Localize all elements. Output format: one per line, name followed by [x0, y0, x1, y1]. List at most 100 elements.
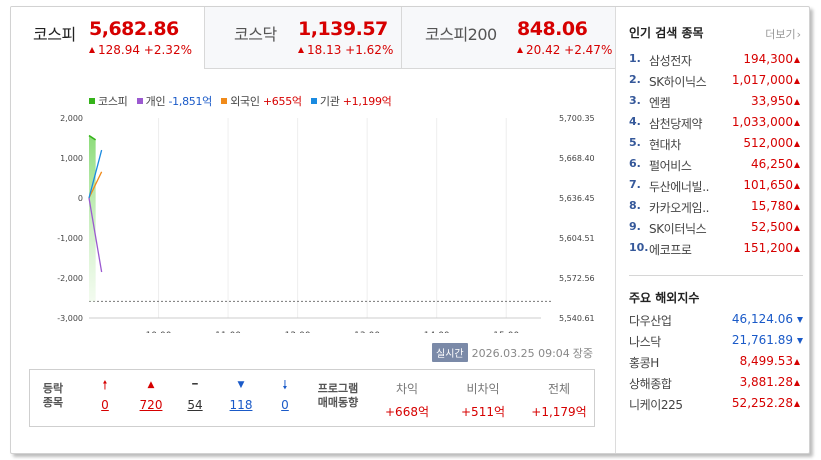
up-triangle-icon: ▲: [147, 380, 155, 390]
world-index-name[interactable]: 나스닥: [629, 333, 661, 350]
tab-value: 5,682.86: [89, 18, 179, 40]
up-triangle-icon: [794, 120, 800, 126]
x-tick-label: 13:00: [354, 331, 380, 333]
popular-rank: 1.: [629, 52, 641, 65]
popular-item[interactable]: 6. 펄어비스 46,250: [629, 154, 805, 175]
y-left-tick-label: 0: [78, 194, 83, 203]
chevron-right-icon: ›: [796, 28, 801, 41]
popular-item[interactable]: 5. 현대차 512,000: [629, 133, 805, 154]
world-index-value: 21,761.89: [731, 333, 793, 347]
world-index-item[interactable]: 니케이225 52,252.28: [629, 393, 805, 414]
popular-name[interactable]: 현대차: [649, 136, 731, 153]
stat-value[interactable]: 0: [265, 398, 305, 412]
popular-price: 101,650: [743, 178, 793, 192]
x-tick-label: 11:00: [215, 331, 241, 333]
stat-value[interactable]: 720: [131, 398, 171, 412]
world-index-item[interactable]: 상해종합 3,881.28: [629, 372, 805, 393]
tab-kospi[interactable]: 코스피 5,682.86 128.94 +2.32%: [11, 7, 204, 69]
popular-name[interactable]: 삼성전자: [649, 52, 731, 69]
tab-kosdaq[interactable]: 코스닥 1,139.57 18.13 +1.62%: [204, 7, 401, 69]
popular-name[interactable]: 펄어비스: [649, 157, 731, 174]
popular-item[interactable]: 9. SK이터닉스 52,500: [629, 217, 805, 238]
world-index-value: 8,499.53: [739, 354, 793, 368]
popular-price: 512,000: [743, 136, 793, 150]
tab-change: 128.94 +2.32%: [89, 43, 192, 57]
popular-rank: 10.: [629, 241, 649, 254]
program-value: +511억: [461, 405, 505, 419]
market-widget: 코스피 5,682.86 128.94 +2.32% 코스닥 1,139.57 …: [10, 6, 810, 454]
popular-name[interactable]: SK하이닉스: [649, 73, 731, 90]
world-index-item[interactable]: 나스닥 21,761.89: [629, 330, 805, 351]
stat-value[interactable]: 54: [175, 398, 215, 412]
popular-item[interactable]: 8. 카카오게임.. 15,780: [629, 196, 805, 217]
up-triangle-icon: [794, 246, 800, 252]
up-triangle-icon: [794, 78, 800, 84]
popular-rank: 5.: [629, 136, 641, 149]
up-triangle-icon: [794, 162, 800, 168]
popular-name[interactable]: SK이터닉스: [649, 220, 731, 237]
popular-name[interactable]: 삼천당제약: [649, 115, 731, 132]
popular-rank: 6.: [629, 157, 641, 170]
tab-kospi200[interactable]: 코스피200 848.06 20.42 +2.47%: [401, 7, 615, 69]
program-non-arbitrage: 비차익 +511억: [448, 380, 518, 420]
popular-list: 1. 삼성전자 194,300 2. SK하이닉스 1,017,000 3. 엔켐 33,950…: [629, 49, 805, 259]
popular-price: 15,780: [751, 199, 793, 213]
x-tick-label: 14:00: [424, 331, 450, 333]
popular-item[interactable]: 7. 두산에너빌.. 101,650: [629, 175, 805, 196]
index-tabs: 코스피 5,682.86 128.94 +2.32% 코스닥 1,139.57 …: [11, 7, 615, 69]
x-tick-label: 15:00: [493, 331, 519, 333]
up-triangle-icon: [794, 57, 800, 63]
up-triangle-icon: [794, 380, 800, 386]
more-link[interactable]: 더보기›: [765, 26, 801, 42]
advance-decline-box: 등락종목 🠕 0 ▲ 720 ━ 54 ▼ 118 🠗 0 프로그램매매동향: [29, 369, 595, 427]
market-status: 장중: [572, 347, 594, 360]
world-index-name[interactable]: 다우산업: [629, 312, 672, 329]
popular-item[interactable]: 2. SK하이닉스 1,017,000: [629, 70, 805, 91]
stat-up[interactable]: ▲ 720: [131, 378, 171, 412]
world-index-name[interactable]: 니케이225: [629, 396, 683, 413]
popular-item[interactable]: 10. 에코프로 151,200: [629, 238, 805, 259]
y-left-tick-label: -3,000: [57, 314, 83, 323]
popular-name[interactable]: 카카오게임..: [649, 199, 731, 216]
tab-name: 코스닥: [234, 25, 277, 44]
popular-rank: 3.: [629, 94, 641, 107]
up-triangle-icon: [794, 99, 800, 105]
world-index-name[interactable]: 홍콩H: [629, 354, 659, 371]
up-triangle-icon: [517, 47, 523, 53]
stat-flat[interactable]: ━ 54: [175, 378, 215, 412]
up-triangle-icon: [794, 183, 800, 189]
stat-up-limit[interactable]: 🠕 0: [85, 378, 125, 412]
stat-down[interactable]: ▼ 118: [221, 378, 261, 412]
up-triangle-icon: [794, 141, 800, 147]
popular-item[interactable]: 1. 삼성전자 194,300: [629, 49, 805, 70]
live-button[interactable]: 실시간: [432, 343, 468, 362]
world-index-item[interactable]: 다우산업 46,124.06: [629, 309, 805, 330]
stat-down-limit[interactable]: 🠗 0: [265, 378, 305, 412]
tab-value: 1,139.57: [298, 18, 388, 40]
popular-item[interactable]: 4. 삼천당제약 1,033,000: [629, 112, 805, 133]
divider: [629, 275, 803, 276]
popular-price: 1,033,000: [731, 115, 793, 129]
world-index-item[interactable]: 홍콩H 8,499.53: [629, 351, 805, 372]
popular-rank: 9.: [629, 220, 641, 233]
stat-value[interactable]: 0: [85, 398, 125, 412]
popular-rank: 2.: [629, 73, 641, 86]
popular-name[interactable]: 엔켐: [649, 94, 731, 111]
y-left-tick-label: 1,000: [60, 154, 83, 163]
up-triangle-icon: [298, 47, 304, 53]
up-triangle-icon: [794, 225, 800, 231]
popular-item[interactable]: 3. 엔켐 33,950: [629, 91, 805, 112]
y-right-tick-label: 5,700.35: [559, 114, 595, 123]
down-triangle-icon: ▼: [237, 380, 245, 390]
x-tick-label: 12:00: [285, 331, 311, 333]
popular-name[interactable]: 두산에너빌..: [649, 178, 731, 195]
popular-rank: 8.: [629, 199, 641, 212]
stat-value[interactable]: 118: [221, 398, 261, 412]
world-index-title: 주요 해외지수: [629, 291, 700, 305]
popular-name[interactable]: 에코프로: [649, 241, 731, 258]
popular-rank: 4.: [629, 115, 641, 128]
popular-price: 46,250: [751, 157, 793, 171]
popular-price: 1,017,000: [731, 73, 793, 87]
world-index-name[interactable]: 상해종합: [629, 375, 672, 392]
side-panel: 인기 검색 종목 더보기› 1. 삼성전자 194,300 2. SK하이닉스 1,017…: [615, 7, 809, 453]
